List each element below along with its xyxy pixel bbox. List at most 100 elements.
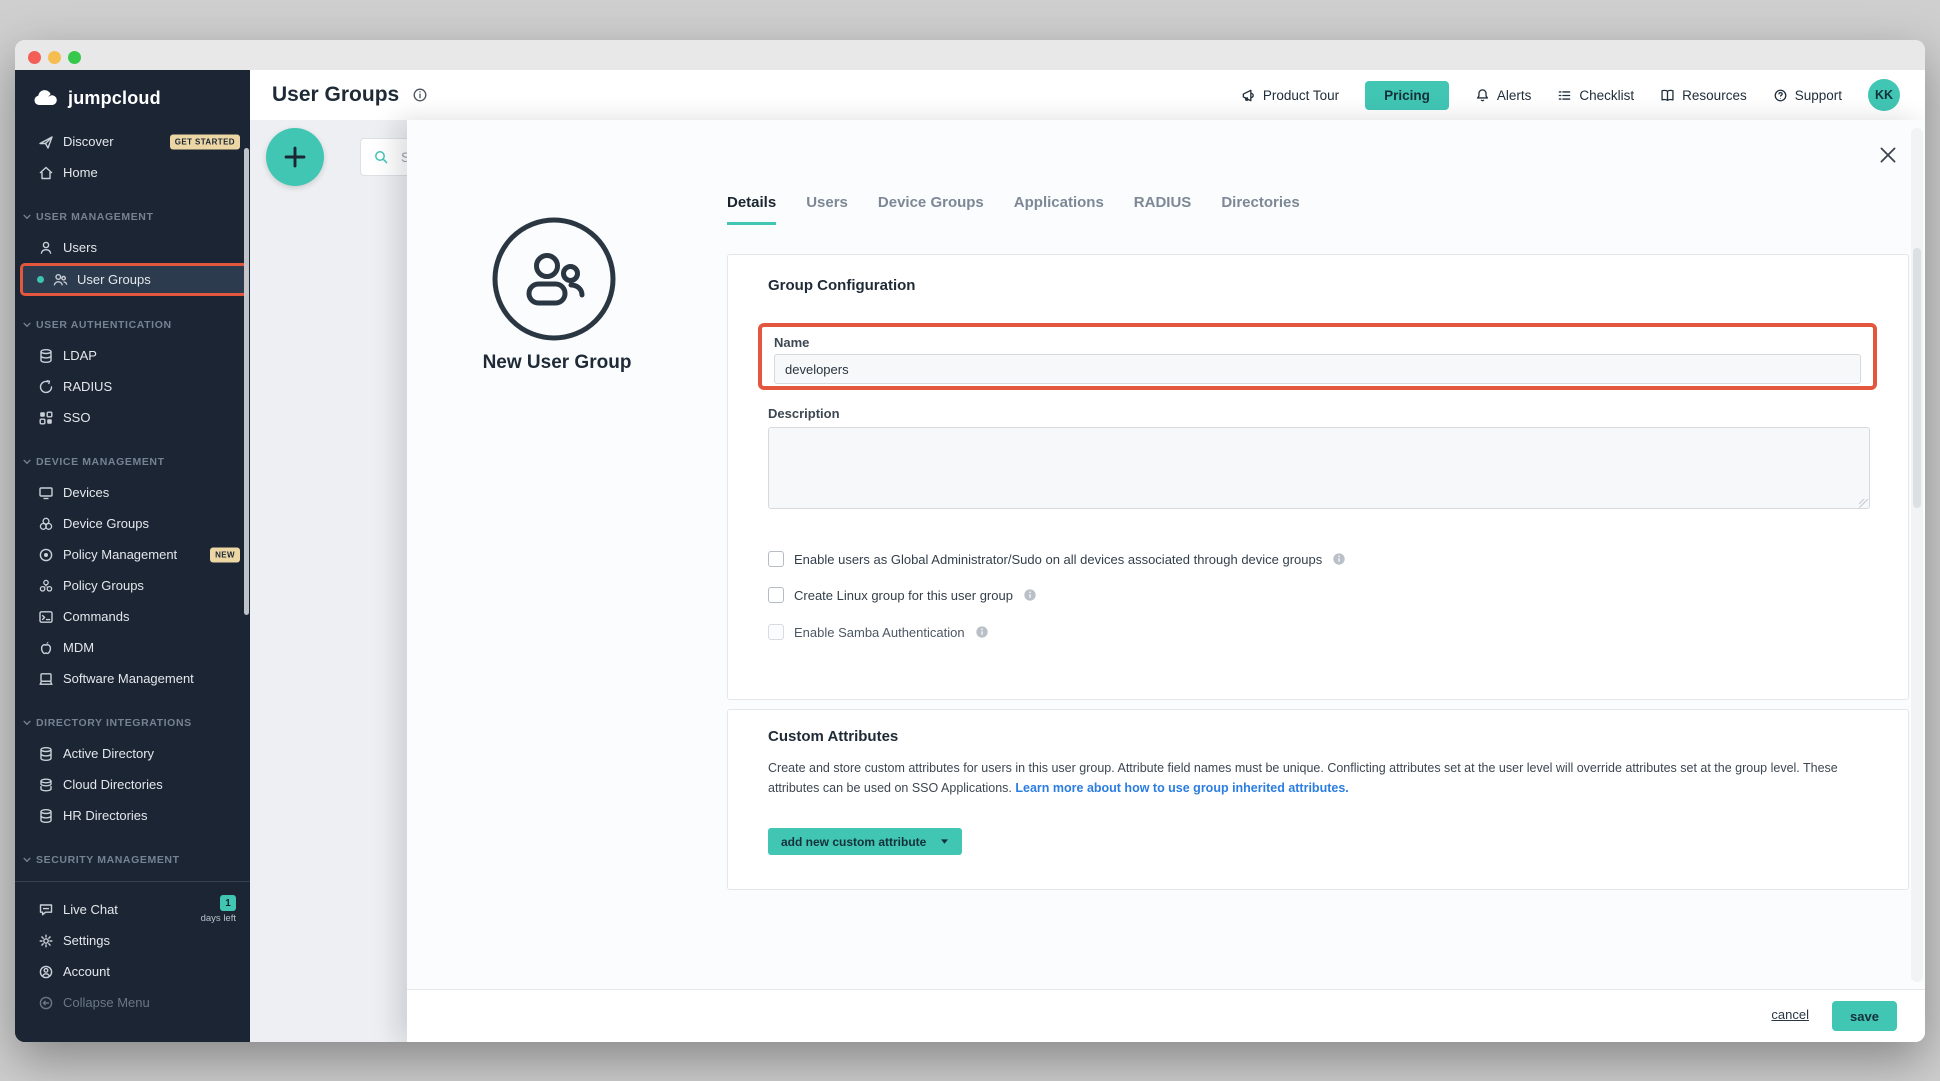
panel-identity: New User Group xyxy=(407,120,707,520)
close-window-button[interactable] xyxy=(28,51,41,64)
tab-details[interactable]: Details xyxy=(727,194,776,225)
maximize-window-button[interactable] xyxy=(68,51,81,64)
info-icon[interactable] xyxy=(1332,552,1346,566)
sidebar-item-collapse-menu[interactable]: Collapse Menu xyxy=(15,987,250,1018)
sidebar-item-mdm[interactable]: MDM xyxy=(15,632,250,663)
sidebar-item-live-chat[interactable]: Live Chat 1 days left xyxy=(15,894,250,925)
global-admin-checkbox-row: Enable users as Global Administrator/Sud… xyxy=(768,545,1346,573)
support-button[interactable]: Support xyxy=(1773,88,1842,103)
sidebar-item-policy-groups[interactable]: Policy Groups xyxy=(15,570,250,601)
panel-scrollbar-thumb[interactable] xyxy=(1913,248,1921,508)
add-custom-attribute-button[interactable]: add new custom attribute xyxy=(768,828,962,855)
new-user-group-panel: New User Group Details Users Device Grou… xyxy=(407,120,1925,1042)
active-dot xyxy=(37,276,44,283)
panel-footer: cancel save xyxy=(407,989,1925,1042)
alerts-button[interactable]: Alerts xyxy=(1475,88,1532,103)
sidebar-section-security-management[interactable]: SECURITY MANAGEMENT xyxy=(15,844,250,875)
devices-icon xyxy=(38,485,54,501)
target-icon xyxy=(38,547,54,563)
sidebar-section-user-management[interactable]: USER MANAGEMENT xyxy=(15,201,250,232)
tab-directories[interactable]: Directories xyxy=(1221,194,1299,225)
tab-users[interactable]: Users xyxy=(806,194,848,225)
apple-icon xyxy=(38,640,54,656)
stacked-database-icon xyxy=(38,777,54,793)
chevron-down-icon xyxy=(22,718,32,728)
chevron-down-icon xyxy=(22,320,32,330)
info-icon[interactable] xyxy=(975,625,989,639)
custom-attributes-card: Custom Attributes Create and store custo… xyxy=(727,709,1909,890)
description-textarea[interactable] xyxy=(768,427,1870,509)
sidebar-item-policy-management[interactable]: Policy Management NEW xyxy=(15,539,250,570)
collapse-arrow-icon xyxy=(38,995,54,1011)
user-group-avatar-icon xyxy=(491,216,617,342)
account-icon xyxy=(38,964,54,980)
panel-tabs: Details Users Device Groups Applications… xyxy=(727,194,1300,225)
sidebar-item-device-groups[interactable]: Device Groups xyxy=(15,508,250,539)
help-icon xyxy=(1773,88,1788,103)
sidebar-item-active-directory[interactable]: Active Directory xyxy=(15,738,250,769)
user-group-icon xyxy=(52,272,68,288)
days-left-badge: 1 xyxy=(220,895,236,911)
bell-icon xyxy=(1475,88,1490,103)
laptop-icon xyxy=(38,671,54,687)
checklist-button[interactable]: Checklist xyxy=(1557,88,1634,103)
product-tour-button[interactable]: Product Tour xyxy=(1241,88,1339,103)
sidebar-item-settings[interactable]: Settings xyxy=(15,925,250,956)
new-badge: NEW xyxy=(210,547,240,562)
global-admin-checkbox[interactable] xyxy=(768,551,784,567)
save-button[interactable]: save xyxy=(1832,1001,1897,1031)
samba-auth-checkbox[interactable] xyxy=(768,624,784,640)
info-icon[interactable] xyxy=(1023,588,1037,602)
user-icon xyxy=(38,240,54,256)
sidebar-item-software-management[interactable]: Software Management xyxy=(15,663,250,694)
add-user-group-button[interactable] xyxy=(266,128,324,186)
caret-down-icon xyxy=(940,838,949,845)
sidebar-item-ldap[interactable]: LDAP xyxy=(15,340,250,371)
megaphone-icon xyxy=(1241,88,1256,103)
panel-scrollbar-track[interactable] xyxy=(1911,128,1923,982)
sidebar-item-devices[interactable]: Devices xyxy=(15,477,250,508)
learn-more-link[interactable]: Learn more about how to use group inheri… xyxy=(1015,781,1348,795)
sidebar-section-device-management[interactable]: DEVICE MANAGEMENT xyxy=(15,446,250,477)
sidebar-item-home[interactable]: Home xyxy=(15,157,250,188)
name-input[interactable] xyxy=(774,354,1861,384)
sidebar-item-commands[interactable]: Commands xyxy=(15,601,250,632)
tab-radius[interactable]: RADIUS xyxy=(1134,194,1192,225)
name-label: Name xyxy=(774,335,1861,350)
custom-attributes-description: Create and store custom attributes for u… xyxy=(768,758,1848,798)
panel-title: New User Group xyxy=(407,352,707,374)
linux-group-checkbox-row: Create Linux group for this user group xyxy=(768,581,1037,609)
avatar[interactable]: KK xyxy=(1868,79,1900,111)
info-icon[interactable] xyxy=(412,87,428,103)
sidebar-section-directory-integrations[interactable]: DIRECTORY INTEGRATIONS xyxy=(15,707,250,738)
group-configuration-heading: Group Configuration xyxy=(768,277,915,294)
sidebar-item-user-groups[interactable]: User Groups xyxy=(20,263,248,296)
resources-button[interactable]: Resources xyxy=(1660,88,1747,103)
pricing-button[interactable]: Pricing xyxy=(1365,81,1449,110)
minimize-window-button[interactable] xyxy=(48,51,61,64)
chat-icon xyxy=(38,902,54,918)
sidebar-item-account[interactable]: Account xyxy=(15,956,250,987)
tab-applications[interactable]: Applications xyxy=(1014,194,1104,225)
tab-device-groups[interactable]: Device Groups xyxy=(878,194,984,225)
custom-attributes-heading: Custom Attributes xyxy=(768,728,898,745)
sidebar-item-discover[interactable]: Discover GET STARTED xyxy=(15,126,250,157)
textarea-resize-handle[interactable] xyxy=(1859,499,1868,508)
sidebar-item-hr-directories[interactable]: HR Directories xyxy=(15,800,250,831)
grid-icon xyxy=(38,410,54,426)
sidebar-scrollbar[interactable] xyxy=(244,148,249,615)
cancel-button[interactable]: cancel xyxy=(1771,1007,1809,1022)
sidebar-scroll-area: jumpcloud Discover GET STARTED Home USER… xyxy=(15,70,250,881)
sidebar-section-user-authentication[interactable]: USER AUTHENTICATION xyxy=(15,309,250,340)
linux-group-checkbox[interactable] xyxy=(768,587,784,603)
close-icon[interactable] xyxy=(1877,144,1899,166)
sidebar-item-sso[interactable]: SSO xyxy=(15,402,250,433)
sidebar-item-cloud-directories[interactable]: Cloud Directories xyxy=(15,769,250,800)
home-icon xyxy=(38,165,54,181)
database-icon xyxy=(38,808,54,824)
desktop: jumpcloud Discover GET STARTED Home USER… xyxy=(0,0,1940,1081)
sidebar-item-users[interactable]: Users xyxy=(15,232,250,263)
page-header: User Groups Product Tour Pricing Alerts … xyxy=(250,70,1925,121)
sidebar: jumpcloud Discover GET STARTED Home USER… xyxy=(15,70,250,1042)
sidebar-item-radius[interactable]: RADIUS xyxy=(15,371,250,402)
